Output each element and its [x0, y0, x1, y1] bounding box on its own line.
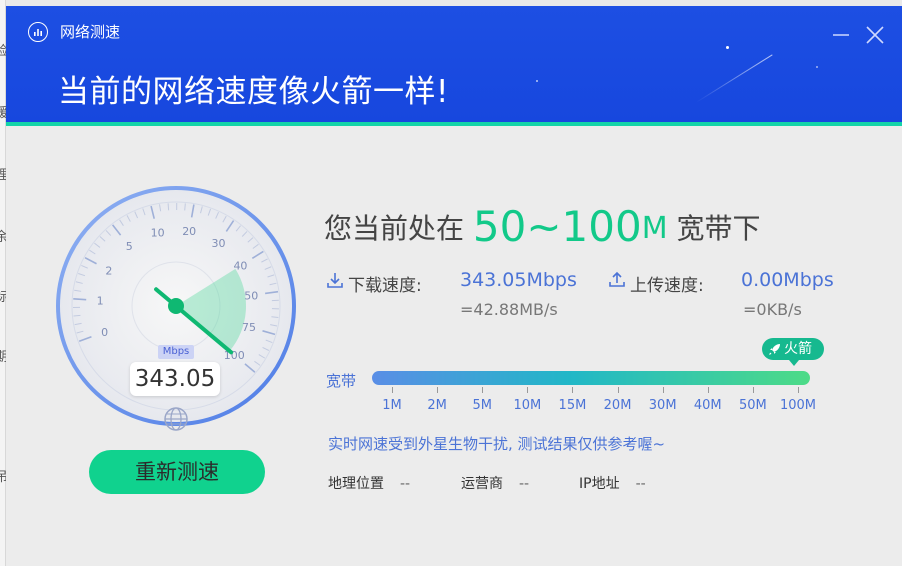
upload-speed: 0.00Mbps [741, 269, 834, 291]
gauge-tick-label: 75 [242, 321, 256, 334]
status-prefix: 您当前处在 [324, 212, 465, 245]
gauge-tick [184, 203, 186, 211]
gauge-tick [167, 203, 170, 211]
upload-label: 上传速度: [630, 276, 704, 296]
bandwidth-tick-label: 1M [382, 398, 402, 413]
gauge-tick [73, 314, 81, 317]
gauge-tick-label: 40 [233, 260, 247, 273]
gauge-tick-label: 5 [126, 240, 133, 253]
gauge-tick-label: 0 [101, 326, 108, 339]
bandwidth-level-badge: 火箭 [762, 338, 824, 366]
bandwidth-tick [572, 387, 574, 393]
status-range: 50~100 [472, 202, 642, 251]
bandwidth-bar [372, 371, 810, 385]
ip-info: IP地址 -- [579, 473, 646, 493]
header-accent-line [6, 122, 902, 126]
gauge-tick [73, 298, 87, 301]
bandwidth-status: 您当前处在 50~100M 宽带下 [324, 202, 761, 251]
download-icon [327, 273, 343, 288]
rocket-icon [769, 344, 780, 355]
isp-info: 运营商 -- [461, 473, 529, 493]
gauge-tick-label: 1 [97, 295, 104, 308]
bandwidth-tick-label: 20M [603, 398, 632, 413]
decor-star [816, 66, 818, 68]
bandwidth-level-label: 火箭 [784, 341, 812, 357]
location-info: 地理位置 -- [328, 473, 410, 493]
bandwidth-tick [392, 387, 393, 393]
ip-label: IP地址 [579, 476, 620, 492]
download-speed: 343.05Mbps [460, 269, 577, 291]
bandwidth-tick-label: 100M [779, 398, 817, 413]
bandwidth-ticks [372, 385, 810, 395]
minimize-button[interactable] [830, 24, 852, 46]
bandwidth-tick [752, 387, 754, 393]
close-button[interactable] [864, 24, 886, 46]
isp-label: 运营商 [461, 476, 503, 492]
bandwidth-tick-label: 10M [513, 398, 542, 413]
download-label: 下载速度: [348, 276, 422, 296]
bandwidth-tick [527, 387, 529, 393]
headline: 当前的网络速度像火箭一样! [58, 74, 449, 110]
app-title: 网络测速 [60, 23, 121, 41]
gauge-tick-label: 2 [105, 264, 112, 277]
bandwidth-tick-label: 50M [738, 398, 767, 413]
header-banner: 网络测速 当前的网络速度像火箭一样! [6, 6, 902, 122]
gauge-tick-label: 10 [151, 226, 165, 239]
location-value: -- [400, 476, 411, 492]
ip-value: -- [635, 476, 646, 492]
unit-badge: Mbps [158, 345, 194, 359]
gauge-tick-label: 30 [211, 237, 225, 250]
upload-icon [609, 271, 625, 287]
globe-icon[interactable] [163, 406, 189, 432]
gauge-tick-label: 50 [244, 289, 258, 302]
bandwidth-tick-label: 5M [472, 398, 492, 413]
bandwidth-tick-label: 30M [648, 398, 677, 413]
bandwidth-tick-label: 2M [427, 398, 447, 413]
bandwidth-tick-label: 15M [558, 398, 587, 413]
decor-star [536, 80, 538, 82]
upload-bytes: =0KB/s [743, 300, 802, 319]
bandwidth-label: 宽带 [326, 372, 357, 390]
isp-value: -- [519, 476, 530, 492]
decor-star [726, 46, 729, 49]
bandwidth-tick [798, 387, 799, 393]
gauge-hub [168, 298, 184, 314]
status-suffix: 宽带下 [676, 212, 761, 245]
bandwidth-tick [662, 387, 664, 393]
speed-readout: 343.05 [130, 362, 220, 396]
decor-meteor [695, 54, 773, 103]
gauge-tick-label: 20 [182, 225, 196, 238]
close-icon [866, 26, 884, 44]
bandwidth-tick [437, 387, 439, 393]
speedometer-icon [28, 22, 48, 42]
bandwidth-tick-label: 40M [693, 398, 722, 413]
status-range-unit: M [641, 211, 668, 246]
bandwidth-tick [617, 387, 619, 393]
disclaimer-note: 实时网速受到外星生物干扰, 测试结果仅供参考喔~ [328, 435, 666, 453]
location-label: 地理位置 [328, 476, 384, 492]
retest-button[interactable]: 重新测速 [89, 450, 265, 494]
bandwidth-tick [707, 387, 709, 393]
bandwidth-tick [482, 387, 484, 393]
speed-test-window: 网络测速 当前的网络速度像火箭一样! 0 1 2 5 10 20 30 40 5… [6, 6, 902, 566]
minimize-icon [833, 34, 849, 36]
download-bytes: =42.88MB/s [460, 300, 558, 319]
